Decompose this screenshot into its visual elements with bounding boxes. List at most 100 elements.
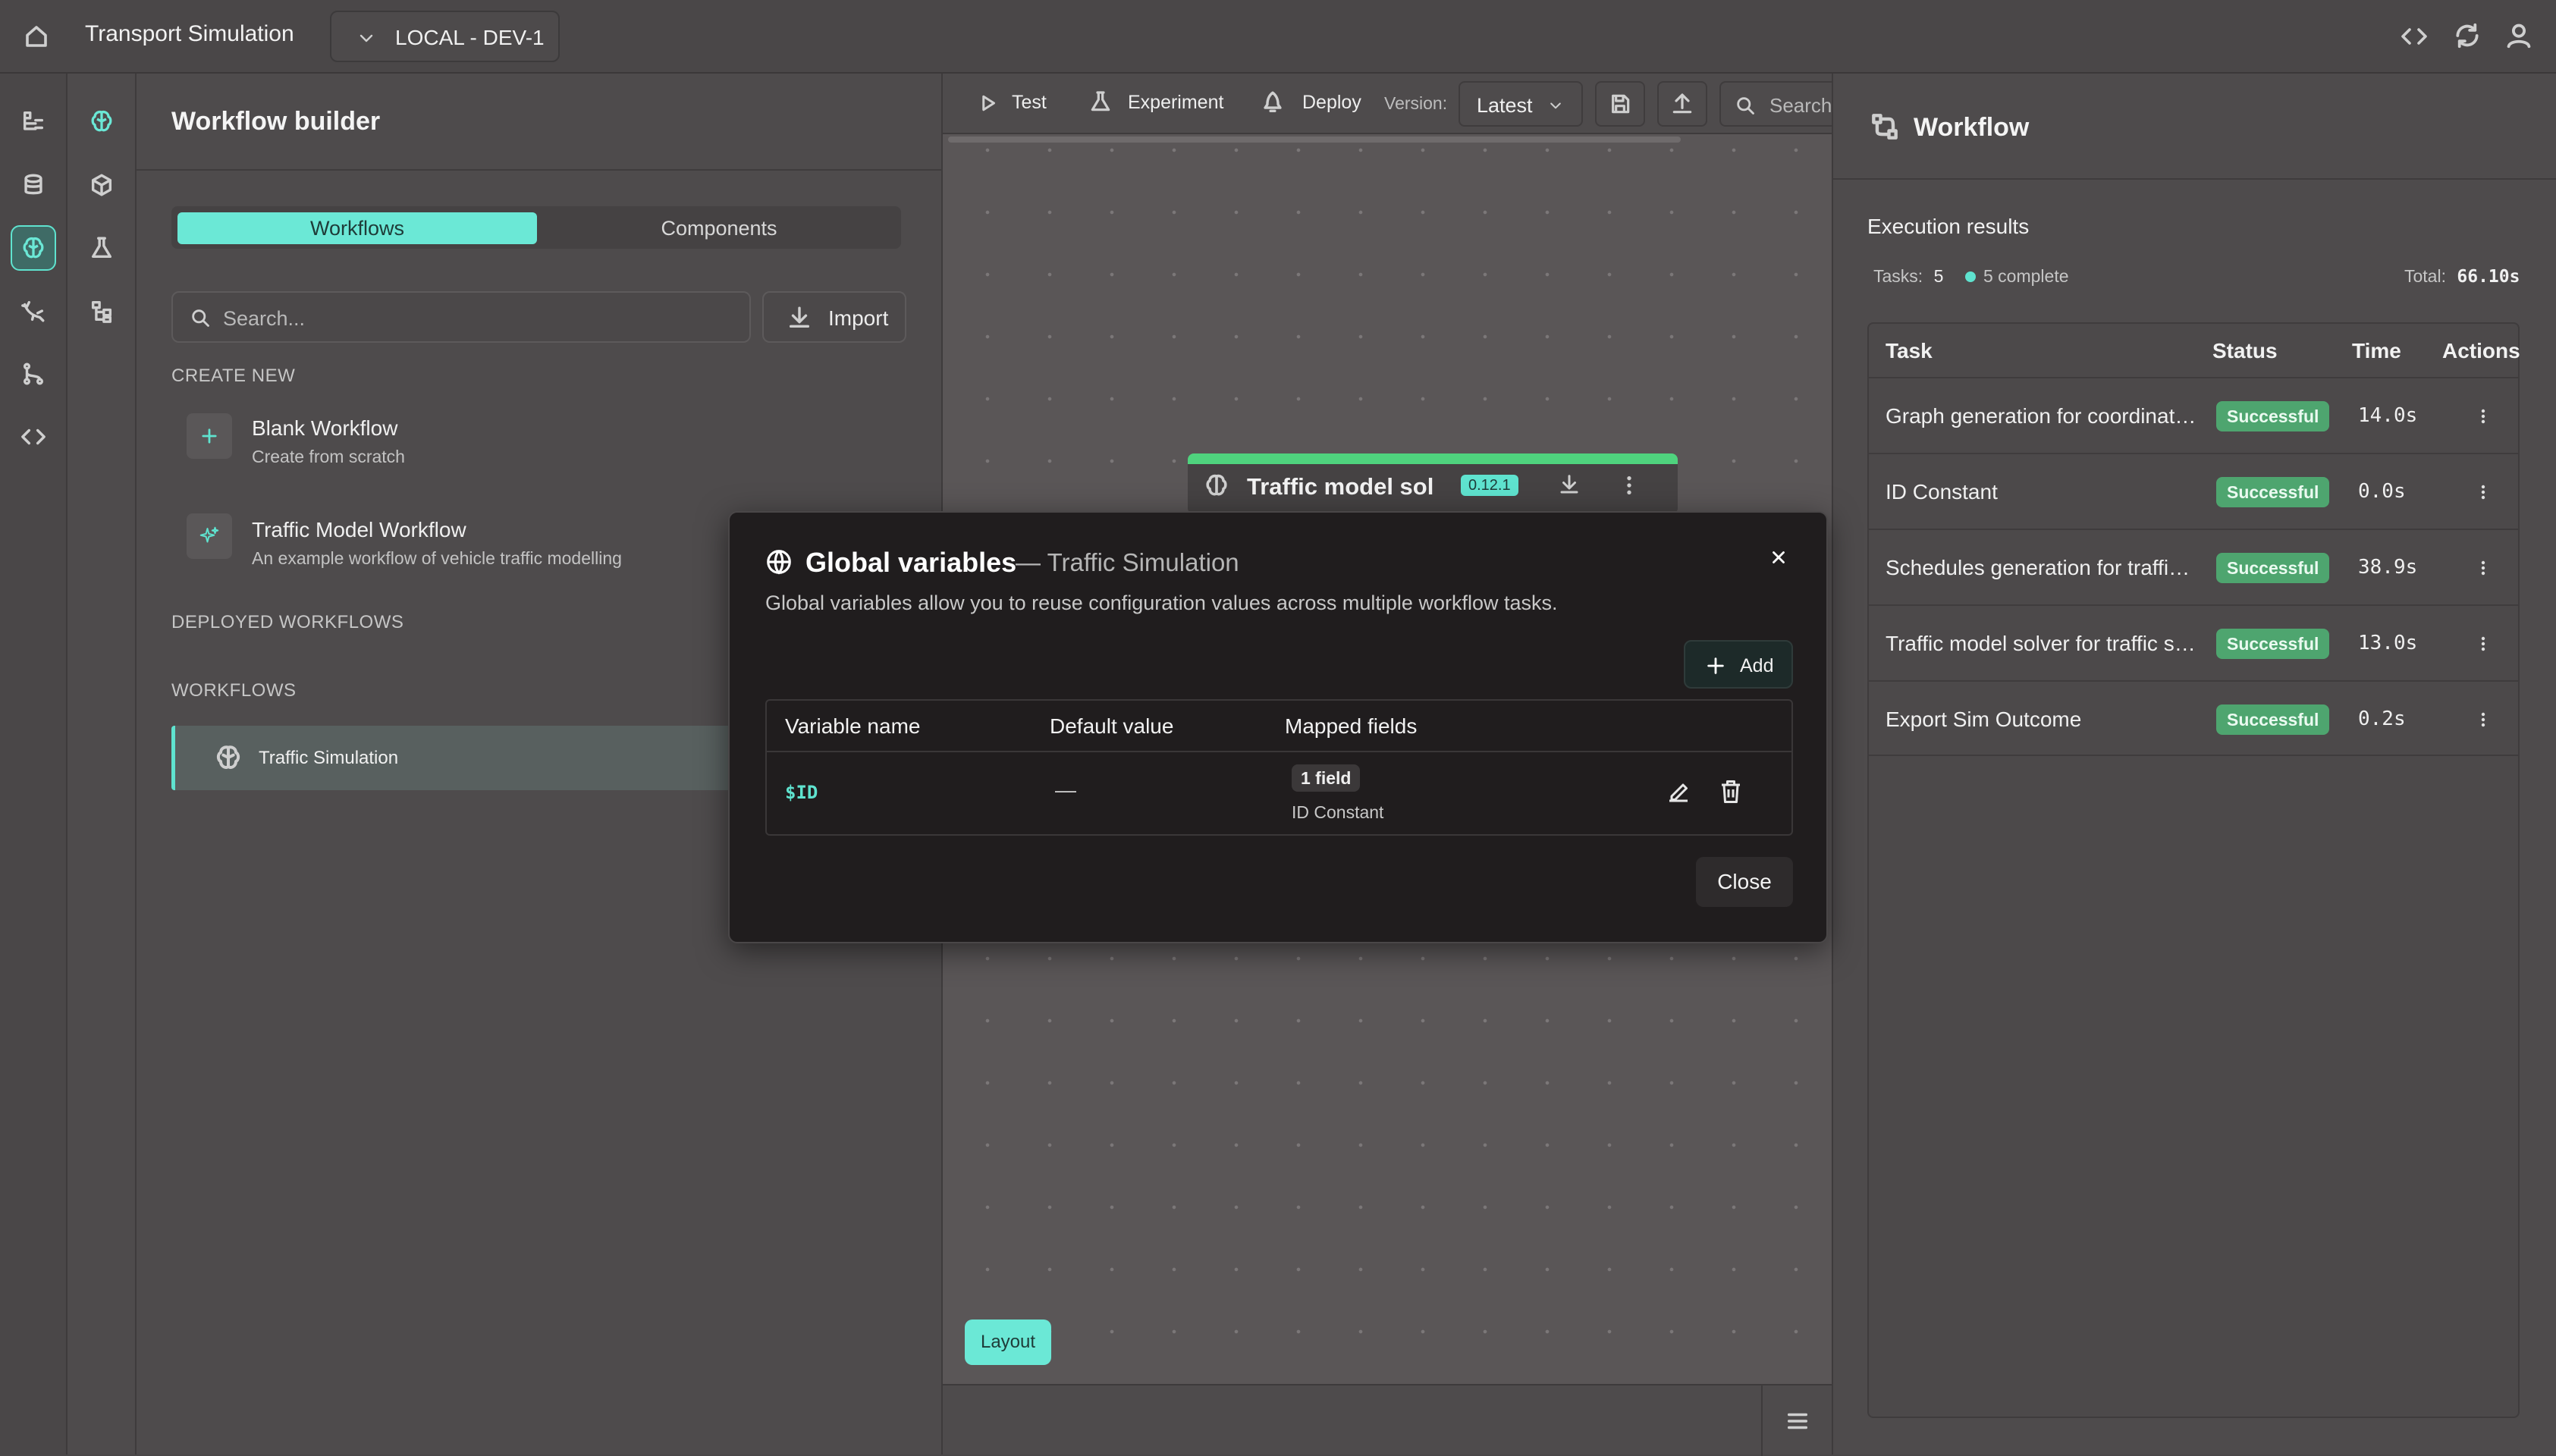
task-name: Schedules generation for traffic ...: [1886, 556, 2196, 579]
tree-icon[interactable]: [11, 99, 56, 144]
test-button[interactable]: Test: [1012, 92, 1047, 114]
edit-icon[interactable]: [1665, 778, 1692, 805]
total-label: Total:: [2404, 266, 2446, 286]
status-badge: Successful: [2216, 553, 2330, 583]
modal-description: Global variables allow you to reuse conf…: [765, 592, 1558, 614]
horizontal-scrollbar[interactable]: [948, 136, 1681, 143]
table-row[interactable]: Graph generation for coordinates Success…: [1869, 377, 2518, 453]
search-placeholder: Search...: [223, 307, 306, 330]
menu-icon: [1785, 1408, 1810, 1434]
trash-icon[interactable]: [1717, 778, 1744, 805]
menu-button[interactable]: [1761, 1385, 1832, 1456]
code-icon[interactable]: [11, 414, 56, 460]
tab-components[interactable]: Components: [543, 212, 895, 244]
layout-button[interactable]: Layout: [965, 1320, 1051, 1365]
execution-results-heading: Execution results: [1867, 215, 2030, 238]
upload-button[interactable]: [1657, 81, 1707, 127]
code-icon[interactable]: [2400, 23, 2429, 50]
modal-subtitle: — Traffic Simulation: [1016, 548, 1239, 576]
search-icon: [190, 307, 211, 328]
column-header: Mapped fields: [1285, 714, 1418, 738]
close-icon[interactable]: [1769, 548, 1788, 567]
task-time: 0.2s: [2358, 708, 2406, 730]
workflow-label: Traffic Simulation: [259, 748, 399, 768]
more-icon[interactable]: [1622, 473, 1637, 497]
cube-icon[interactable]: [79, 162, 124, 208]
canvas-search-input[interactable]: Search: [1719, 81, 1832, 127]
task-name: ID Constant: [1886, 480, 1998, 504]
create-blank-workflow[interactable]: Blank Workflow Create from scratch: [187, 413, 718, 474]
flask-icon[interactable]: [79, 225, 124, 271]
environment-select[interactable]: LOCAL - DEV-1: [330, 11, 560, 62]
table-header: Variable name Default value Mapped field…: [767, 701, 1791, 752]
brain-icon: [1203, 472, 1230, 499]
more-icon[interactable]: [2468, 624, 2498, 664]
column-header: Actions: [2442, 339, 2520, 362]
refresh-icon[interactable]: [2453, 21, 2482, 50]
item-title: Blank Workflow: [252, 416, 398, 440]
version-select[interactable]: Latest: [1459, 81, 1583, 127]
hierarchy-icon[interactable]: [79, 288, 124, 334]
flask-icon: [1088, 89, 1113, 114]
divider: [137, 169, 943, 171]
status-badge: Successful: [2216, 477, 2330, 507]
search-input[interactable]: Search...: [171, 291, 751, 343]
import-button[interactable]: Import: [762, 291, 906, 343]
chevron-down-icon: [1548, 98, 1563, 113]
global-variables-modal: Global variables — Traffic Simulation Gl…: [728, 511, 1828, 943]
more-icon[interactable]: [2468, 472, 2498, 512]
workflow-node[interactable]: Traffic model sol 0.12.1: [1188, 453, 1678, 514]
app-title: Transport Simulation: [85, 21, 294, 46]
item-title: Traffic Model Workflow: [252, 518, 466, 541]
tab-workflows[interactable]: Workflows: [177, 212, 537, 244]
search-icon: [1735, 95, 1756, 116]
close-button[interactable]: Close: [1696, 857, 1793, 907]
add-variable-button[interactable]: Add: [1684, 640, 1793, 689]
status-badge: Successful: [2216, 629, 2330, 659]
table-row[interactable]: Traffic model solver for traffic si... S…: [1869, 604, 2518, 680]
gecko-icon[interactable]: [11, 288, 56, 334]
save-button[interactable]: [1595, 81, 1645, 127]
column-header: Time: [2352, 339, 2401, 362]
more-icon[interactable]: [2468, 397, 2498, 436]
workflows-heading: WORKFLOWS: [171, 680, 297, 701]
panel-title: Workflow builder: [171, 107, 381, 136]
create-traffic-model-workflow[interactable]: Traffic Model Workflow An example workfl…: [187, 513, 763, 574]
deploy-button[interactable]: Deploy: [1302, 92, 1361, 114]
plus-icon: [187, 413, 232, 459]
table-row[interactable]: Schedules generation for traffic ... Suc…: [1869, 529, 2518, 604]
workflow-icon: [1868, 110, 1901, 143]
tasks-count: 5: [1933, 266, 1944, 286]
item-subtitle: Create from scratch: [252, 447, 405, 466]
home-icon[interactable]: [23, 23, 50, 50]
save-icon: [1608, 92, 1632, 116]
more-icon[interactable]: [2468, 700, 2498, 739]
table-row[interactable]: Export Sim Outcome Successful 0.2s: [1869, 680, 2518, 756]
table-row[interactable]: ID Constant Successful 0.0s: [1869, 453, 2518, 529]
database-icon[interactable]: [11, 162, 56, 208]
tasks-label: Tasks:: [1873, 266, 1923, 286]
complete-count: 5 complete: [1983, 266, 2069, 286]
brain-icon[interactable]: [11, 225, 56, 271]
item-subtitle: An example workflow of vehicle traffic m…: [252, 548, 622, 568]
plus-icon: [1705, 655, 1726, 676]
task-time: 0.0s: [2358, 480, 2406, 503]
status-badge: Successful: [2216, 704, 2330, 735]
brain-icon[interactable]: [79, 99, 124, 144]
canvas-footer: [943, 1384, 1832, 1456]
task-time: 14.0s: [2358, 404, 2418, 427]
task-name: Export Sim Outcome: [1886, 708, 2082, 731]
results-table: Task Status Time Actions Graph generatio…: [1867, 322, 2520, 1418]
deployed-workflows-heading: DEPLOYED WORKFLOWS: [171, 612, 404, 632]
more-icon[interactable]: [2468, 548, 2498, 588]
primary-rail: [0, 74, 68, 1454]
task-time: 13.0s: [2358, 632, 2418, 654]
user-icon[interactable]: [2504, 21, 2533, 50]
deploy-icon: [1260, 89, 1286, 115]
default-value: —: [1055, 778, 1076, 802]
total-summary: Total: 66.10s: [2404, 266, 2520, 287]
download-icon[interactable]: [1558, 473, 1581, 496]
play-icon: [977, 92, 1000, 115]
experiment-button[interactable]: Experiment: [1128, 92, 1223, 114]
branch-icon[interactable]: [11, 351, 56, 397]
